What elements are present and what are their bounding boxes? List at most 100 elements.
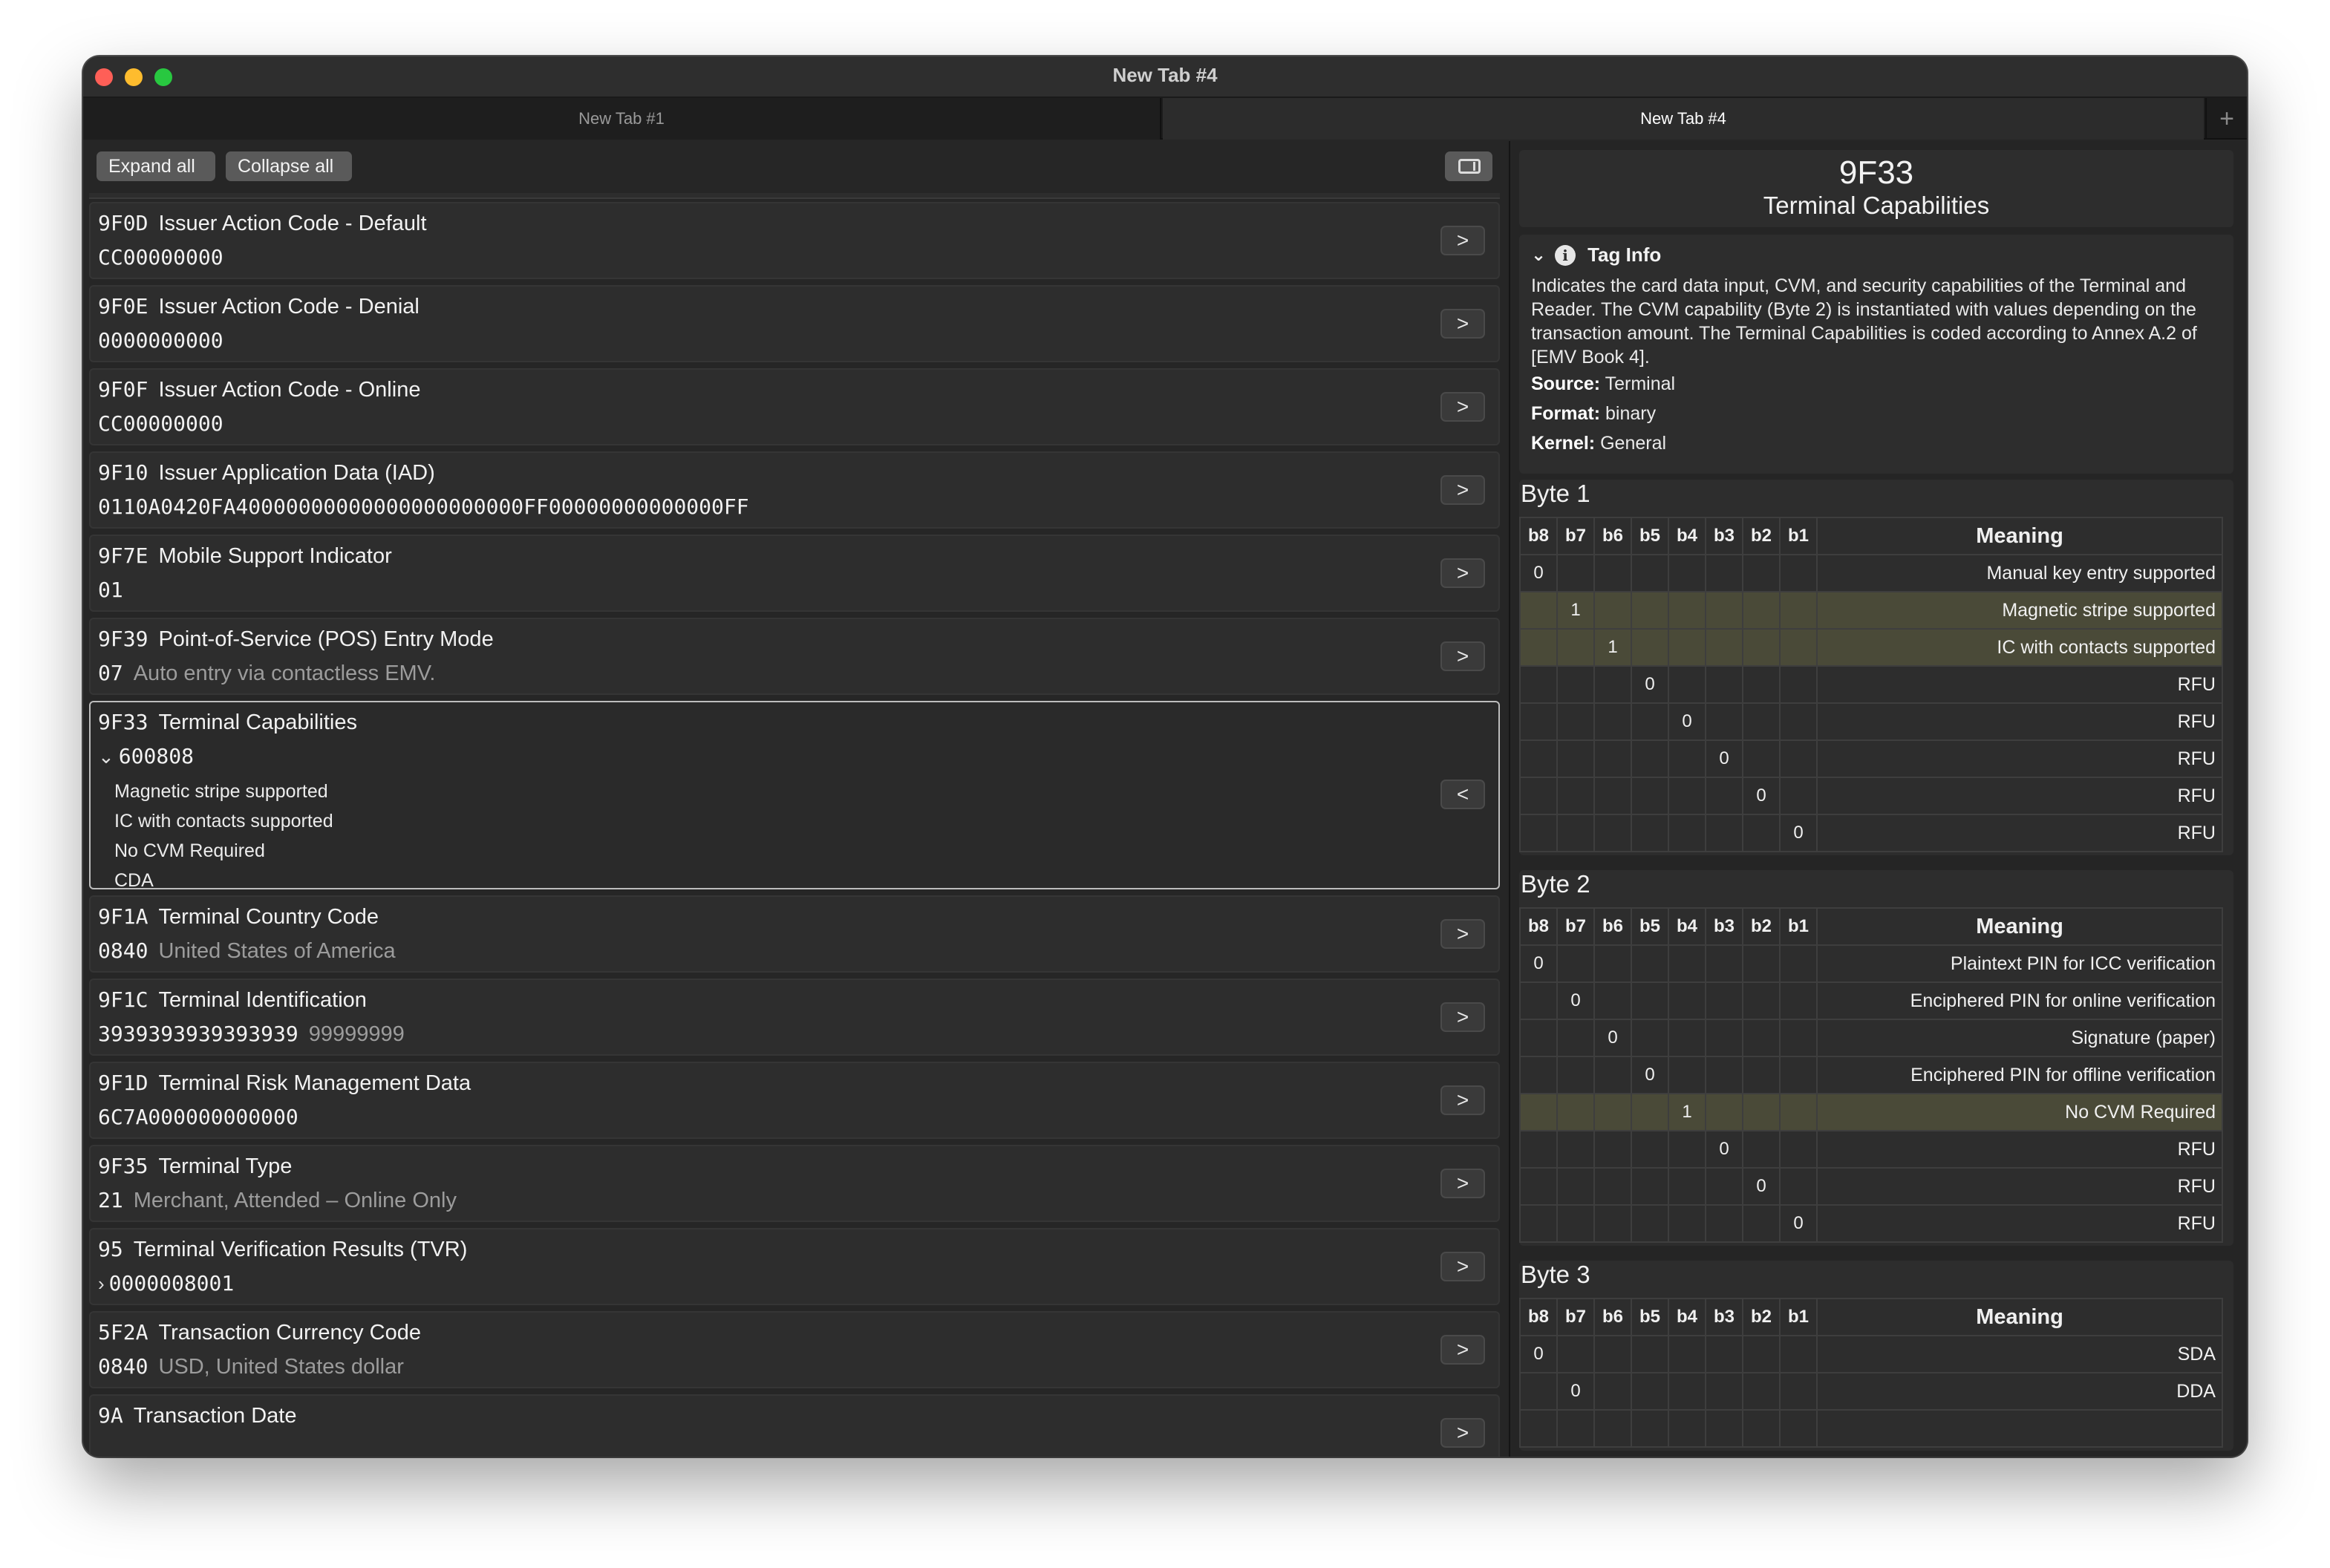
bit-cell: [1742, 739, 1781, 778]
sidebar-toggle-button[interactable]: [1445, 151, 1492, 181]
window-title: New Tab #4: [1112, 64, 1218, 86]
entry-hex-value: 3939393939393939: [98, 1022, 298, 1046]
bit-header: b8: [1519, 1298, 1558, 1336]
show-detail-button[interactable]: >: [1440, 475, 1485, 505]
bit-cell: [1556, 554, 1595, 592]
tag-source: Source: Terminal: [1531, 373, 1676, 394]
tab-new-tab-1[interactable]: New Tab #1: [83, 98, 1161, 140]
bit-cell: [1779, 1019, 1818, 1057]
tag-entry-9f7e[interactable]: 9F7E Mobile Support Indicator 01 >: [89, 535, 1500, 612]
tag-entry-9f0d[interactable]: 9F0D Issuer Action Code - Default CC000000…: [89, 202, 1500, 279]
show-detail-button[interactable]: >: [1440, 1002, 1485, 1032]
entry-name: Issuer Action Code - Denial: [158, 295, 420, 318]
bit-cell: [1519, 1093, 1558, 1131]
entry-title: 5F2A Transaction Currency Code: [98, 1320, 421, 1345]
bit-cell: [1631, 702, 1669, 741]
tag-entry-9f10[interactable]: 9F10 Issuer Application Data (IAD) 0110A04…: [89, 451, 1500, 529]
bit-meaning: RFU: [1816, 665, 2223, 704]
tag-entry-9f1c[interactable]: 9F1C Terminal Identification 3939393939393…: [89, 979, 1500, 1056]
meaning-header: Meaning: [1816, 907, 2223, 946]
bit-cell: 1: [1668, 1093, 1706, 1131]
tag-info-toggle[interactable]: ⌄ i Tag Info: [1531, 244, 2222, 267]
show-detail-button[interactable]: >: [1440, 558, 1485, 588]
collapse-detail-button[interactable]: <: [1440, 780, 1485, 809]
bit-cell: [1668, 814, 1706, 852]
bit-cell: [1519, 1204, 1558, 1243]
entry-hex-value: 0840: [98, 1354, 149, 1379]
show-detail-button[interactable]: >: [1440, 226, 1485, 255]
show-detail-button[interactable]: >: [1440, 919, 1485, 949]
entry-value: › 0000008001: [98, 1271, 234, 1296]
entry-hex-value: CC00000000: [98, 411, 223, 436]
tag-entry-9f1a[interactable]: 9F1A Terminal Country Code 0840 United Stat…: [89, 895, 1500, 973]
bit-cell: [1705, 1204, 1743, 1243]
entry-hex-value: 6C7A000000000000: [98, 1105, 298, 1129]
bit-meaning: Plaintext PIN for ICC verification: [1816, 944, 2223, 983]
show-detail-button[interactable]: >: [1440, 309, 1485, 339]
bit-table-header: b8 b7 b6 b5 b4 b3 b2 b1 Meaning: [1519, 517, 2223, 555]
entry-decoded: United States of America: [158, 939, 396, 963]
byte-title: Byte 2: [1521, 870, 1590, 898]
meaning-header: Meaning: [1816, 517, 2223, 555]
entry-decoded: Auto entry via contactless EMV.: [133, 662, 436, 685]
bit-cell: 0: [1705, 739, 1743, 778]
expand-all-button[interactable]: Expand all: [97, 151, 215, 181]
chevron-down-icon[interactable]: ⌄: [98, 745, 114, 768]
bit-meaning: Enciphered PIN for online verification: [1816, 981, 2223, 1020]
entry-tag: 9F7E: [98, 543, 149, 568]
show-detail-button[interactable]: >: [1440, 1169, 1485, 1198]
entry-title: 9F0E Issuer Action Code - Denial: [98, 294, 420, 319]
tag-entry-9f35[interactable]: 9F35 Terminal Type 21 Merchant, Attended – …: [89, 1145, 1500, 1222]
bit-cell: [1705, 1372, 1743, 1411]
entry-tag: 9F39: [98, 627, 149, 651]
bit-cell: [1631, 1372, 1669, 1411]
tag-entry-9f33[interactable]: 9F33 Terminal Capabilities ⌄ 600808 Magnetic…: [89, 701, 1500, 891]
bit-cell: [1705, 702, 1743, 741]
bit-cell: [1593, 814, 1632, 852]
tag-entry-9f39[interactable]: 9F39 Point-of-Service (POS) Entry Mode 07 A…: [89, 618, 1500, 695]
bit-row: 0 RFU: [1519, 1167, 2223, 1206]
entry-name: Terminal Country Code: [158, 905, 379, 929]
tag-entry-9f1d[interactable]: 9F1D Terminal Risk Management Data 6C7A000…: [89, 1062, 1500, 1139]
show-detail-button[interactable]: >: [1440, 1252, 1485, 1281]
entry-name: Transaction Currency Code: [158, 1321, 421, 1345]
entry-detail-line: No CVM Required: [114, 840, 265, 861]
bit-meaning: RFU: [1816, 814, 2223, 852]
entry-title: 9F0D Issuer Action Code - Default: [98, 211, 427, 236]
entry-hex-value: 01: [98, 578, 123, 602]
bit-cell: [1742, 1204, 1781, 1243]
bit-cell: [1631, 1019, 1669, 1057]
bit-cell: [1779, 1372, 1818, 1411]
tag-entry-95[interactable]: 95 Terminal Verification Results (TVR) › 00…: [89, 1228, 1500, 1305]
bit-cell: 0: [1519, 1335, 1558, 1373]
tag-entry-9f0e[interactable]: 9F0E Issuer Action Code - Denial 000000000…: [89, 285, 1500, 362]
tag-entry-9a[interactable]: 9A Transaction Date >: [89, 1394, 1500, 1457]
bit-cell: [1556, 944, 1595, 983]
show-detail-button[interactable]: >: [1440, 1335, 1485, 1365]
bit-meaning: RFU: [1816, 1167, 2223, 1206]
bit-cell: [1631, 1409, 1669, 1448]
bit-row: [1519, 1409, 2223, 1448]
bit-cell: [1519, 739, 1558, 778]
show-detail-button[interactable]: >: [1440, 1418, 1485, 1448]
new-tab-plus-icon[interactable]: +: [2205, 98, 2247, 140]
tag-entry-5f2a[interactable]: 5F2A Transaction Currency Code 0840 USD, Un…: [89, 1311, 1500, 1388]
bit-header: b4: [1668, 907, 1706, 946]
bit-cell: [1556, 777, 1595, 815]
show-detail-button[interactable]: >: [1440, 1085, 1485, 1115]
bit-cell: [1631, 739, 1669, 778]
show-detail-button[interactable]: >: [1440, 392, 1485, 422]
tag-entry-9f0f[interactable]: 9F0F Issuer Action Code - Online CC0000000…: [89, 368, 1500, 445]
bit-header: b7: [1556, 517, 1595, 555]
collapse-all-button[interactable]: Collapse all: [226, 151, 352, 181]
tab-new-tab-4[interactable]: New Tab #4: [1163, 98, 2204, 140]
bit-cell: [1593, 739, 1632, 778]
show-detail-button[interactable]: >: [1440, 641, 1485, 671]
bit-row: 0 RFU: [1519, 665, 2223, 704]
bit-header: b8: [1519, 907, 1558, 946]
entry-hex-value: 0000000000: [98, 328, 223, 353]
bit-cell: [1519, 628, 1558, 667]
bit-cell: [1593, 944, 1632, 983]
chevron-right-icon[interactable]: ›: [98, 1273, 105, 1295]
bit-cell: [1556, 1167, 1595, 1206]
